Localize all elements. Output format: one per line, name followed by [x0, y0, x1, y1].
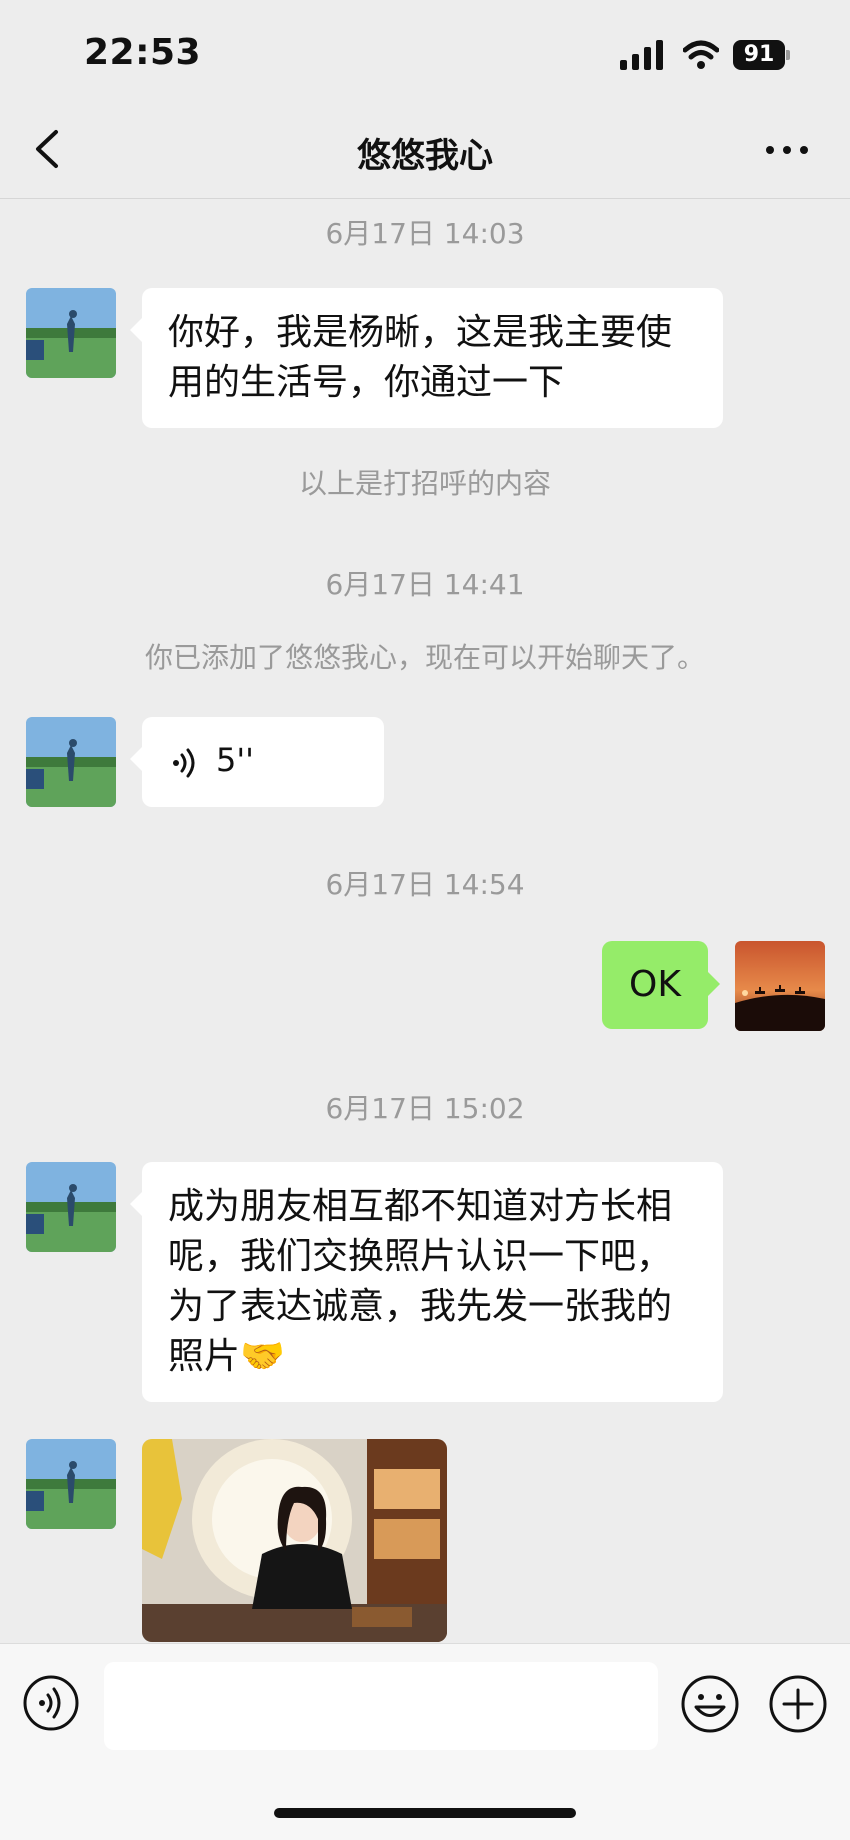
voice-wave-icon [173, 748, 195, 778]
voice-duration: 5'' [216, 741, 254, 779]
plus-icon[interactable] [768, 1674, 828, 1734]
chat-header: 悠悠我心 [0, 100, 850, 199]
voice-message-bubble[interactable]: 5'' [130, 717, 384, 807]
message-timestamp: 6月17日 14:03 [325, 217, 525, 250]
signal-icon [620, 40, 663, 70]
message-bubble[interactable]: 你好，我是杨晰，这是我主要使用的生活号，你通过一下 [130, 288, 723, 428]
my-avatar[interactable] [735, 941, 825, 1031]
avatar-image [26, 288, 116, 378]
status-time: 22:53 [84, 32, 202, 73]
contact-avatar[interactable] [26, 717, 116, 807]
message-input[interactable] [104, 1662, 658, 1750]
message-timestamp: 6月17日 14:54 [325, 868, 525, 901]
avatar-image [26, 1439, 116, 1529]
avatar-image [735, 941, 825, 1031]
battery-icon: 91 [733, 40, 791, 70]
avatar-image [26, 717, 116, 807]
message-bubble[interactable]: 成为朋友相互都不知道对方长相呢，我们交换照片认识一下吧，为了表达诚意，我先发一张… [130, 1162, 723, 1402]
emoji-icon[interactable] [680, 1674, 740, 1734]
wifi-icon [683, 40, 719, 69]
contact-avatar[interactable] [26, 288, 116, 378]
battery-level: 91 [733, 40, 785, 70]
system-note: 以上是打招呼的内容 [298, 467, 551, 500]
chat-title: 悠悠我心 [357, 136, 493, 176]
home-indicator [274, 1808, 576, 1818]
message-timestamp: 6月17日 14:41 [325, 568, 525, 601]
contact-avatar[interactable] [26, 1162, 116, 1252]
system-note: 你已添加了悠悠我心，现在可以开始聊天了。 [144, 641, 705, 674]
message-timestamp: 6月17日 15:02 [325, 1092, 525, 1125]
my-message-bubble[interactable]: OK [602, 941, 720, 1029]
voice-toggle-icon[interactable] [22, 1674, 80, 1732]
photo-message[interactable] [142, 1439, 447, 1642]
photo-image [142, 1439, 447, 1642]
more-icon[interactable] [762, 130, 812, 170]
battery-cap [786, 50, 790, 60]
status-bar: 22:53 91 [0, 0, 850, 100]
avatar-image [26, 1162, 116, 1252]
contact-avatar[interactable] [26, 1439, 116, 1529]
